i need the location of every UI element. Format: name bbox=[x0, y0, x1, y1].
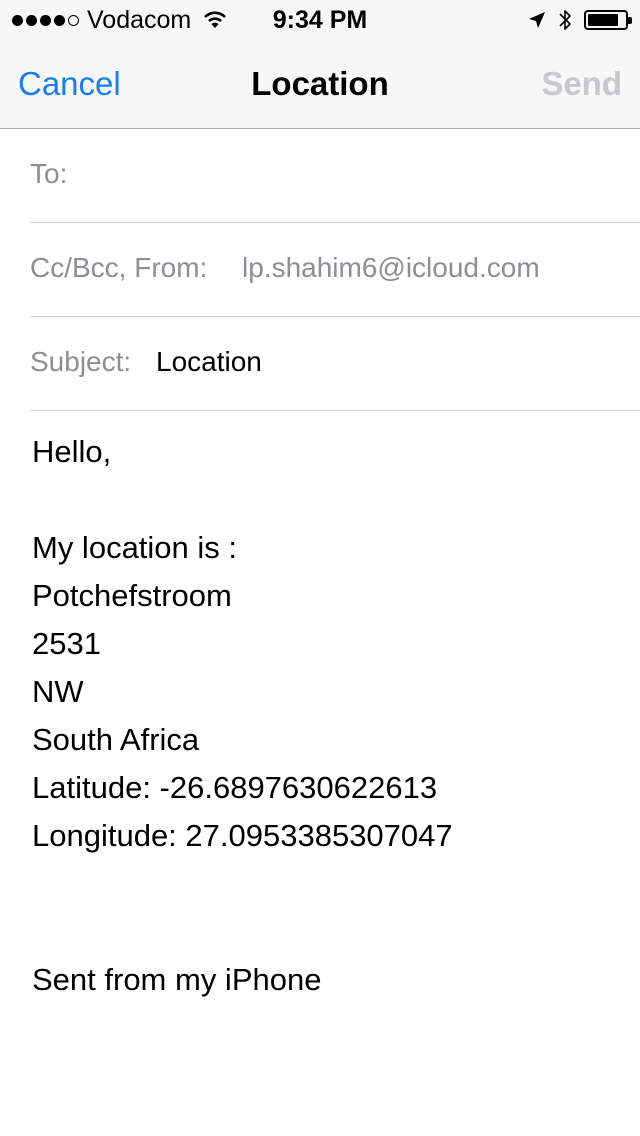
body-blank-line bbox=[32, 860, 622, 908]
subject-input[interactable]: Location bbox=[156, 346, 262, 378]
body-region: NW bbox=[32, 674, 84, 709]
body-postal-code: 2531 bbox=[32, 626, 101, 661]
body-blank-line bbox=[32, 476, 622, 524]
cc-bcc-from-label: Cc/Bcc, From: bbox=[30, 252, 208, 283]
message-body[interactable]: Hello, My location is : Potchefstroom 25… bbox=[32, 428, 622, 1004]
send-button[interactable]: Send bbox=[541, 65, 622, 103]
body-city: Potchefstroom bbox=[32, 578, 232, 613]
status-right bbox=[528, 8, 632, 32]
body-blank-line bbox=[32, 908, 622, 956]
to-label: To: bbox=[30, 158, 68, 189]
battery-nub bbox=[628, 17, 632, 24]
body-country: South Africa bbox=[32, 722, 200, 757]
body-latitude: Latitude: -26.6897630622613 bbox=[32, 770, 438, 805]
from-address[interactable]: lp.shahim6@icloud.com bbox=[242, 252, 540, 284]
battery-fill bbox=[588, 14, 618, 26]
battery-icon bbox=[584, 10, 632, 30]
body-intro: My location is : bbox=[32, 530, 238, 565]
bluetooth-icon bbox=[559, 10, 571, 30]
status-bar: Vodacom 9:34 PM bbox=[0, 0, 640, 40]
nav-bar: Cancel Location Send bbox=[0, 40, 640, 129]
body-greeting: Hello, bbox=[32, 434, 112, 469]
to-input[interactable] bbox=[88, 152, 620, 196]
subject-label: Subject: bbox=[30, 346, 132, 377]
cc-bcc-from-field[interactable]: Cc/Bcc, From: lp.shahim6@icloud.com bbox=[30, 222, 640, 317]
location-arrow-icon bbox=[529, 12, 545, 28]
subject-field[interactable]: Subject: Location bbox=[30, 316, 640, 411]
body-longitude: Longitude: 27.0953385307047 bbox=[32, 818, 453, 853]
body-signature: Sent from my iPhone bbox=[32, 962, 322, 997]
to-field[interactable]: To: bbox=[30, 128, 640, 223]
